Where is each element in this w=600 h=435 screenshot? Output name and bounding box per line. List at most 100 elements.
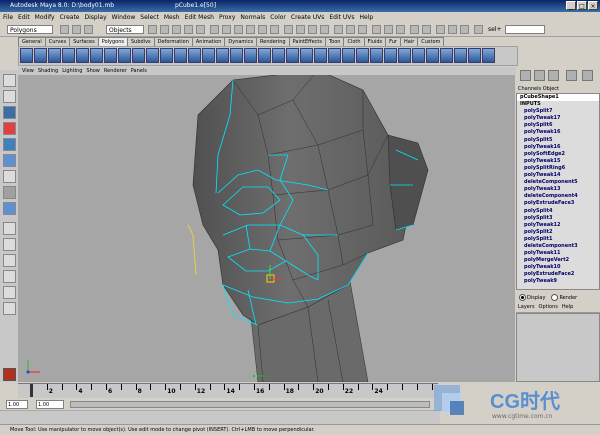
- shelf-tab-deformation[interactable]: Deformation: [153, 37, 193, 46]
- polygon-tool-icon[interactable]: [440, 48, 453, 63]
- soft-mod-icon[interactable]: [3, 186, 16, 199]
- status-tool-icon[interactable]: [222, 25, 231, 34]
- polygon-tool-icon[interactable]: [272, 48, 285, 63]
- polygon-tool-icon[interactable]: [62, 48, 75, 63]
- menu-item-window[interactable]: Window: [112, 12, 136, 23]
- input-node[interactable]: polyTweak16: [517, 144, 599, 151]
- input-node[interactable]: deleteComponent3: [517, 243, 599, 250]
- status-tool-icon[interactable]: [258, 25, 267, 34]
- status-tool-icon[interactable]: [296, 25, 305, 34]
- perspective-viewport[interactable]: [18, 75, 515, 382]
- panel-menu-shading[interactable]: Shading: [38, 67, 58, 75]
- status-tool-icon[interactable]: [436, 25, 445, 34]
- channel-layer-icon[interactable]: [582, 70, 593, 81]
- input-node[interactable]: polySplitRing6: [517, 165, 599, 172]
- menu-item-edit-uvs[interactable]: Edit UVs: [329, 12, 354, 23]
- input-node[interactable]: polySoftEdge2: [517, 151, 599, 158]
- layers-menu-help[interactable]: Help: [562, 304, 573, 310]
- status-tool-icon[interactable]: [172, 25, 181, 34]
- current-time-marker[interactable]: [30, 384, 33, 397]
- polygon-tool-icon[interactable]: [34, 48, 47, 63]
- side-by-side-layout-icon[interactable]: [3, 254, 16, 267]
- status-tool-icon[interactable]: [460, 25, 469, 34]
- shape-node[interactable]: pCubeShape1: [517, 94, 599, 102]
- layer-editor-icon[interactable]: [566, 70, 577, 81]
- polygon-tool-icon[interactable]: [482, 48, 495, 63]
- selection-mode-dropdown[interactable]: Objects: [106, 25, 144, 34]
- input-node[interactable]: polyTweak13: [517, 186, 599, 193]
- menu-item-help[interactable]: Help: [360, 12, 374, 23]
- shelf-tab-dynamics[interactable]: Dynamics: [224, 37, 258, 46]
- polygon-tool-icon[interactable]: [188, 48, 201, 63]
- panel-menu-panels[interactable]: Panels: [131, 67, 147, 75]
- input-node[interactable]: polySplit7: [517, 108, 599, 115]
- input-node[interactable]: polyTweak17: [517, 115, 599, 122]
- status-tool-icon[interactable]: [308, 25, 317, 34]
- menu-item-display[interactable]: Display: [85, 12, 107, 23]
- hypershade-layout-icon[interactable]: [3, 302, 16, 315]
- select-tool-icon[interactable]: [3, 74, 16, 87]
- status-tool-icon[interactable]: [234, 25, 243, 34]
- shelf-tab-polygons[interactable]: Polygons: [97, 37, 128, 46]
- status-tool-icon[interactable]: [160, 25, 169, 34]
- status-tool-icon[interactable]: [210, 25, 219, 34]
- input-node[interactable]: deleteComponent5: [517, 179, 599, 186]
- shelf-tab-rendering[interactable]: Rendering: [256, 37, 290, 46]
- input-node[interactable]: polyTweak14: [517, 172, 599, 179]
- status-tool-icon[interactable]: [410, 25, 419, 34]
- input-node[interactable]: deleteComponent4: [517, 193, 599, 200]
- menu-item-create-uvs[interactable]: Create UVs: [291, 12, 324, 23]
- input-node[interactable]: polyTweak11: [517, 250, 599, 257]
- input-node[interactable]: polyTweak12: [517, 222, 599, 229]
- minimize-icon[interactable]: _: [566, 1, 576, 10]
- polygon-tool-icon[interactable]: [160, 48, 173, 63]
- shelf-tab-custom[interactable]: Custom: [417, 37, 445, 46]
- status-tool-icon[interactable]: [396, 25, 405, 34]
- status-tool-icon[interactable]: [148, 25, 157, 34]
- polygon-tool-icon[interactable]: [202, 48, 215, 63]
- polygon-tool-icon[interactable]: [370, 48, 383, 63]
- polygon-tool-icon[interactable]: [216, 48, 229, 63]
- status-tool-icon[interactable]: [184, 25, 193, 34]
- four-pane-layout-icon[interactable]: [3, 238, 16, 251]
- persp-outliner-layout-icon[interactable]: [3, 270, 16, 283]
- shelf-tab-subdivs[interactable]: Subdivs: [127, 37, 155, 46]
- move-tool-icon[interactable]: [3, 122, 16, 135]
- polygon-tool-icon[interactable]: [468, 48, 481, 63]
- status-tool-icon[interactable]: [84, 25, 93, 34]
- shelf-tab-general[interactable]: General: [18, 37, 46, 46]
- input-node[interactable]: polyExtrudeFace2: [517, 271, 599, 278]
- layers-menu-options[interactable]: Options: [539, 304, 558, 310]
- input-node[interactable]: polyExtrudeFace3: [517, 200, 599, 207]
- menu-item-color[interactable]: Color: [270, 12, 286, 23]
- range-slider-bar[interactable]: [70, 401, 430, 408]
- maximize-icon[interactable]: □: [577, 1, 587, 10]
- polygon-tool-icon[interactable]: [20, 48, 33, 63]
- render-radio[interactable]: Render: [551, 293, 577, 301]
- input-node[interactable]: polySplit3: [517, 215, 599, 222]
- polygon-tool-icon[interactable]: [328, 48, 341, 63]
- panel-menu-renderer[interactable]: Renderer: [104, 67, 127, 75]
- polygon-tool-icon[interactable]: [426, 48, 439, 63]
- rotate-tool-icon[interactable]: [3, 138, 16, 151]
- display-radio[interactable]: Display: [519, 293, 545, 301]
- lasso-tool-icon[interactable]: [3, 90, 16, 103]
- status-tool-icon[interactable]: [474, 25, 483, 34]
- input-node[interactable]: polyTweak9: [517, 278, 599, 285]
- polygon-tool-icon[interactable]: [244, 48, 257, 63]
- polygon-tool-icon[interactable]: [314, 48, 327, 63]
- menu-item-proxy[interactable]: Proxy: [219, 12, 235, 23]
- menu-item-mesh[interactable]: Mesh: [164, 12, 180, 23]
- polygon-tool-icon[interactable]: [48, 48, 61, 63]
- polygon-tool-icon[interactable]: [104, 48, 117, 63]
- polygon-tool-icon[interactable]: [300, 48, 313, 63]
- shelf-tab-fluids[interactable]: Fluids: [363, 37, 387, 46]
- menu-set-dropdown[interactable]: Polygons: [7, 25, 53, 34]
- status-tool-icon[interactable]: [422, 25, 431, 34]
- shelf-tab-hair[interactable]: Hair: [399, 37, 419, 46]
- polygon-tool-icon[interactable]: [384, 48, 397, 63]
- polygon-tool-icon[interactable]: [90, 48, 103, 63]
- input-node[interactable]: polySplit4: [517, 208, 599, 215]
- input-node[interactable]: polySplit6: [517, 122, 599, 129]
- scale-tool-icon[interactable]: [3, 154, 16, 167]
